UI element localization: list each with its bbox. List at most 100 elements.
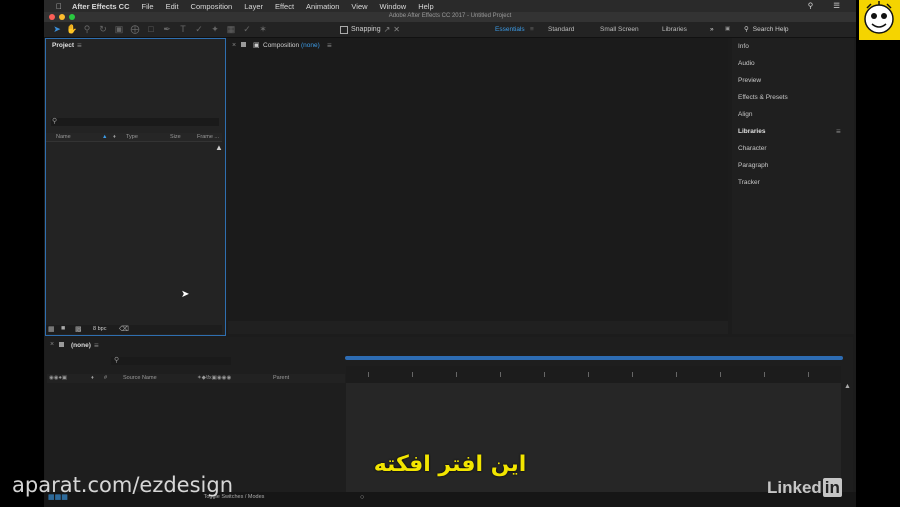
menu-help[interactable]: Help bbox=[418, 2, 433, 11]
panel-menu-icon[interactable]: ≡ bbox=[77, 41, 82, 50]
puppet-tool-icon[interactable]: ✶ bbox=[258, 24, 268, 34]
close-tab-icon[interactable]: × bbox=[232, 42, 236, 49]
comp-button-icon[interactable]: ▲ bbox=[844, 383, 851, 390]
snapping-checkbox[interactable] bbox=[340, 25, 348, 34]
aparat-watermark: aparat.com/ezdesign bbox=[12, 473, 234, 497]
project-panel-title[interactable]: Project bbox=[52, 42, 74, 49]
close-tab-icon[interactable]: × bbox=[50, 341, 54, 348]
new-composition-icon[interactable]: ▩ bbox=[75, 325, 82, 333]
eraser-tool-icon[interactable]: ▦ bbox=[226, 24, 236, 34]
search-help-placeholder: Search Help bbox=[752, 25, 789, 33]
mask-tool-icon[interactable]: □ bbox=[146, 24, 156, 34]
panel-align[interactable]: Align bbox=[738, 111, 752, 118]
panel-effects-presets[interactable]: Effects & Presets bbox=[738, 94, 788, 101]
camera-tool-icon[interactable]: ▣ bbox=[114, 24, 124, 34]
column-source-name[interactable]: Source Name bbox=[123, 375, 157, 381]
panel-info[interactable]: Info bbox=[738, 43, 749, 50]
rotate-tool-icon[interactable]: ↻ bbox=[98, 24, 108, 34]
brush-tool-icon[interactable]: ✓ bbox=[194, 24, 204, 34]
trash-icon[interactable]: ⌫ bbox=[119, 325, 129, 333]
workspace-essentials[interactable]: Essentials bbox=[495, 26, 525, 33]
sort-ascending-icon[interactable]: ▲ bbox=[102, 134, 107, 140]
label-tag-icon[interactable]: ♦ bbox=[91, 375, 94, 381]
panel-preview[interactable]: Preview bbox=[738, 77, 761, 84]
time-ruler[interactable] bbox=[346, 366, 841, 383]
lock-icon[interactable]: ▣ bbox=[253, 41, 260, 49]
after-effects-window:  After Effects CC File Edit Composition… bbox=[44, 0, 856, 507]
label-tag-icon[interactable]: ♦ bbox=[113, 134, 116, 140]
search-help-field[interactable]: ⚲ Search Help bbox=[744, 25, 789, 34]
workspace-standard[interactable]: Standard bbox=[548, 26, 574, 33]
composition-title: Composition bbox=[263, 42, 300, 49]
menu-list-icon[interactable]: ☰ bbox=[833, 1, 840, 10]
type-tool-icon[interactable]: T bbox=[178, 24, 188, 34]
new-folder-icon[interactable]: ■ bbox=[61, 325, 65, 332]
menu-view[interactable]: View bbox=[351, 2, 367, 11]
menu-window[interactable]: Window bbox=[380, 2, 407, 11]
panel-character[interactable]: Character bbox=[738, 145, 767, 152]
project-panel[interactable] bbox=[45, 38, 226, 336]
more-workspaces-icon[interactable]: » bbox=[710, 26, 714, 33]
snapping-label: Snapping bbox=[351, 26, 381, 33]
flowchart-icon[interactable]: ▲ bbox=[215, 143, 223, 152]
search-icon: ⚲ bbox=[744, 26, 749, 33]
linkedin-logo-text: Linked bbox=[767, 478, 822, 497]
snapping-toggle[interactable]: Snapping ↗ ✕ bbox=[340, 25, 400, 34]
composition-panel[interactable] bbox=[228, 38, 728, 334]
snap-options-icon[interactable]: ↗ bbox=[384, 25, 391, 34]
snap-grid-icon[interactable]: ✕ bbox=[393, 25, 400, 34]
menu-app-name[interactable]: After Effects CC bbox=[72, 2, 130, 11]
interpret-footage-icon[interactable]: ▦ bbox=[48, 325, 55, 333]
column-type[interactable]: Type bbox=[126, 134, 138, 140]
workspace-small-screen[interactable]: Small Screen bbox=[600, 26, 639, 33]
panel-paragraph[interactable]: Paragraph bbox=[738, 162, 768, 169]
composition-name: (none) bbox=[300, 42, 320, 49]
label-color-swatch bbox=[241, 42, 246, 47]
zoom-slider-handle[interactable]: ○ bbox=[360, 494, 364, 501]
project-search-input[interactable] bbox=[51, 118, 219, 126]
hand-tool-icon[interactable]: ✋ bbox=[66, 24, 77, 34]
clone-stamp-tool-icon[interactable]: ✦ bbox=[210, 24, 220, 34]
subtitle-caption: این افتر افکته bbox=[373, 452, 527, 477]
pan-behind-tool-icon[interactable]: ⨁ bbox=[130, 24, 140, 34]
panel-menu-icon[interactable]: ≡ bbox=[327, 41, 332, 50]
label-color-swatch bbox=[59, 342, 64, 347]
workspace-libraries[interactable]: Libraries bbox=[662, 26, 687, 33]
roto-brush-tool-icon[interactable]: ✓ bbox=[242, 24, 252, 34]
work-area-bar[interactable] bbox=[345, 356, 843, 360]
panel-libraries[interactable]: Libraries bbox=[738, 128, 765, 135]
menu-effect[interactable]: Effect bbox=[275, 2, 294, 11]
av-switches-icon[interactable]: ◉◉●▣ bbox=[49, 375, 67, 381]
panel-menu-icon[interactable]: ≡ bbox=[94, 341, 99, 350]
project-footer bbox=[46, 325, 222, 334]
workspace-menu-icon[interactable]: ≡ bbox=[530, 26, 534, 33]
search-icon[interactable]: ⚲ bbox=[808, 1, 814, 10]
sync-settings-icon[interactable]: ▣ bbox=[725, 26, 730, 32]
timeline-comp-tab[interactable]: (none) bbox=[71, 342, 91, 349]
apple-icon[interactable]:  bbox=[56, 2, 62, 11]
panel-tracker[interactable]: Tracker bbox=[738, 179, 760, 186]
panel-audio[interactable]: Audio bbox=[738, 60, 755, 67]
composition-tab[interactable]: Composition (none) bbox=[263, 42, 320, 49]
layer-switches-icon[interactable]: ✶◆\fx▣◉◉◉ bbox=[197, 375, 231, 381]
menu-animation[interactable]: Animation bbox=[306, 2, 339, 11]
column-frame[interactable]: Frame ... bbox=[197, 134, 219, 140]
menu-layer[interactable]: Layer bbox=[244, 2, 263, 11]
column-size[interactable]: Size bbox=[170, 134, 181, 140]
pen-tool-icon[interactable]: ✒ bbox=[162, 24, 172, 34]
project-column-headers: Name ▲ ♦ Type Size Frame ... bbox=[46, 133, 222, 142]
bit-depth-button[interactable]: 8 bpc bbox=[93, 326, 106, 332]
menu-file[interactable]: File bbox=[142, 2, 154, 11]
column-number[interactable]: # bbox=[104, 375, 107, 381]
menu-composition[interactable]: Composition bbox=[191, 2, 233, 11]
timeline-search-input[interactable] bbox=[111, 357, 231, 365]
column-parent[interactable]: Parent bbox=[273, 375, 289, 381]
column-name[interactable]: Name bbox=[56, 134, 71, 140]
window-title: Adobe After Effects CC 2017 - Untitled P… bbox=[388, 13, 512, 19]
linkedin-logo: Linked in bbox=[767, 478, 842, 498]
zoom-tool-icon[interactable]: ⚲ bbox=[82, 24, 92, 34]
panel-menu-icon[interactable]: ≡ bbox=[836, 127, 841, 136]
mac-menubar:  After Effects CC File Edit Composition… bbox=[44, 0, 856, 12]
menu-edit[interactable]: Edit bbox=[166, 2, 179, 11]
selection-tool-icon[interactable]: ➤ bbox=[52, 24, 62, 34]
